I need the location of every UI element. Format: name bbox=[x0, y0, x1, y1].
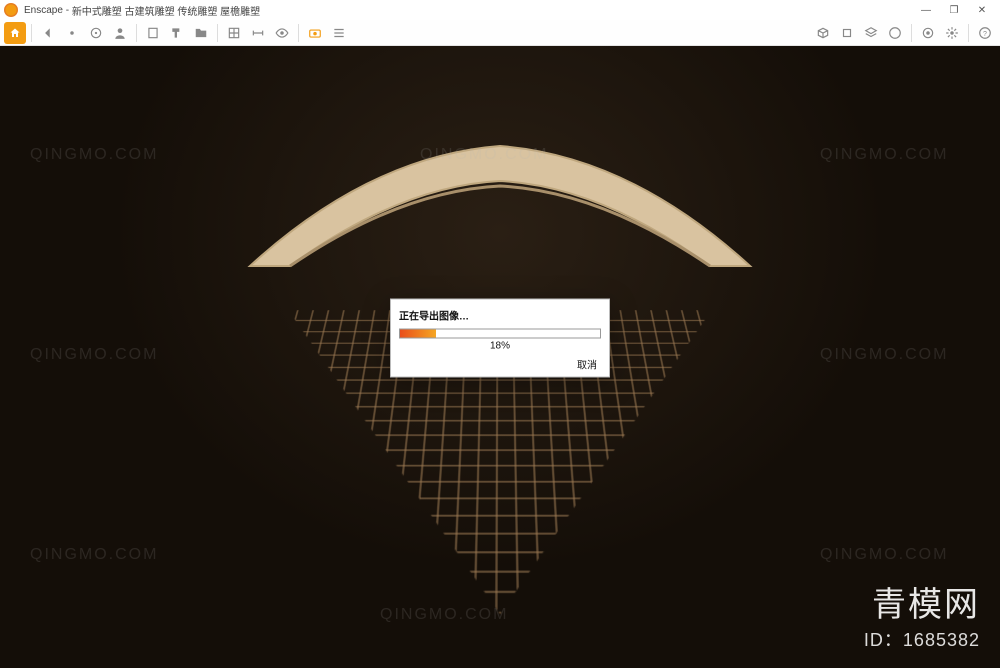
folder-button[interactable] bbox=[190, 22, 212, 44]
folder-icon bbox=[194, 26, 208, 40]
maximize-button[interactable]: ❐ bbox=[940, 0, 968, 20]
layers-button[interactable] bbox=[860, 22, 882, 44]
app-window: Enscape - 新中式雕塑 古建筑雕塑 传统雕塑 屋檐雕塑 — ❐ ✕ bbox=[0, 0, 1000, 668]
document-title: 新中式雕塑 古建筑雕塑 传统雕塑 屋檐雕塑 bbox=[72, 3, 260, 18]
target-button[interactable] bbox=[85, 22, 107, 44]
minimize-button[interactable]: — bbox=[912, 0, 940, 20]
title-separator: - bbox=[63, 5, 72, 16]
view-icon bbox=[275, 26, 289, 40]
brand-id: ID：1685382 bbox=[864, 626, 980, 652]
layers-icon bbox=[864, 26, 878, 40]
bullet-icon bbox=[65, 26, 79, 40]
target-icon bbox=[89, 26, 103, 40]
cube-icon bbox=[840, 26, 854, 40]
svg-text:?: ? bbox=[983, 30, 987, 37]
plan-icon bbox=[227, 26, 241, 40]
help-button[interactable]: ? bbox=[974, 22, 996, 44]
progress-bar bbox=[399, 329, 601, 339]
rendered-roof bbox=[240, 136, 760, 276]
palette-button[interactable] bbox=[884, 22, 906, 44]
home-icon bbox=[9, 27, 21, 39]
snapshot-button[interactable] bbox=[304, 22, 326, 44]
menu-icon bbox=[332, 26, 346, 40]
snapshot-icon bbox=[308, 26, 322, 40]
building-icon bbox=[146, 26, 160, 40]
window-controls: — ❐ ✕ bbox=[912, 0, 996, 20]
title-bar: Enscape - 新中式雕塑 古建筑雕塑 传统雕塑 屋檐雕塑 — ❐ ✕ bbox=[0, 0, 1000, 20]
palette-icon bbox=[888, 26, 902, 40]
person-button[interactable] bbox=[109, 22, 131, 44]
settings-gear-icon bbox=[945, 26, 959, 40]
help-icon: ? bbox=[978, 26, 992, 40]
brand-name: 青模网 bbox=[872, 577, 980, 626]
settings-button[interactable] bbox=[941, 22, 963, 44]
close-button[interactable]: ✕ bbox=[968, 0, 996, 20]
enscape-app-icon bbox=[4, 3, 18, 17]
export-progress-dialog: 正在导出图像… 18% 取消 bbox=[390, 299, 610, 378]
paint-icon bbox=[170, 26, 184, 40]
plan-button[interactable] bbox=[223, 22, 245, 44]
toolbar: ? bbox=[0, 20, 1000, 46]
dimension-button[interactable] bbox=[247, 22, 269, 44]
progress-fill bbox=[400, 330, 436, 338]
view-button[interactable] bbox=[271, 22, 293, 44]
cube-button[interactable] bbox=[836, 22, 858, 44]
cancel-button[interactable]: 取消 bbox=[573, 356, 601, 373]
bullet-button[interactable] bbox=[61, 22, 83, 44]
menu-button[interactable] bbox=[328, 22, 350, 44]
home-button[interactable] bbox=[4, 22, 26, 44]
paint-button[interactable] bbox=[166, 22, 188, 44]
render-viewport[interactable]: QINGMO.COM QINGMO.COM QINGMO.COM QINGMO.… bbox=[0, 46, 1000, 668]
nav-back-icon bbox=[41, 26, 55, 40]
dialog-title: 正在导出图像… bbox=[399, 308, 601, 323]
building-button[interactable] bbox=[142, 22, 164, 44]
progress-percent: 18% bbox=[399, 341, 601, 352]
app-name: Enscape bbox=[24, 5, 63, 16]
package-icon bbox=[816, 26, 830, 40]
nav-back-button[interactable] bbox=[37, 22, 59, 44]
package-button[interactable] bbox=[812, 22, 834, 44]
person-icon bbox=[113, 26, 127, 40]
material-button[interactable] bbox=[917, 22, 939, 44]
material-icon bbox=[921, 26, 935, 40]
dimension-icon bbox=[251, 26, 265, 40]
